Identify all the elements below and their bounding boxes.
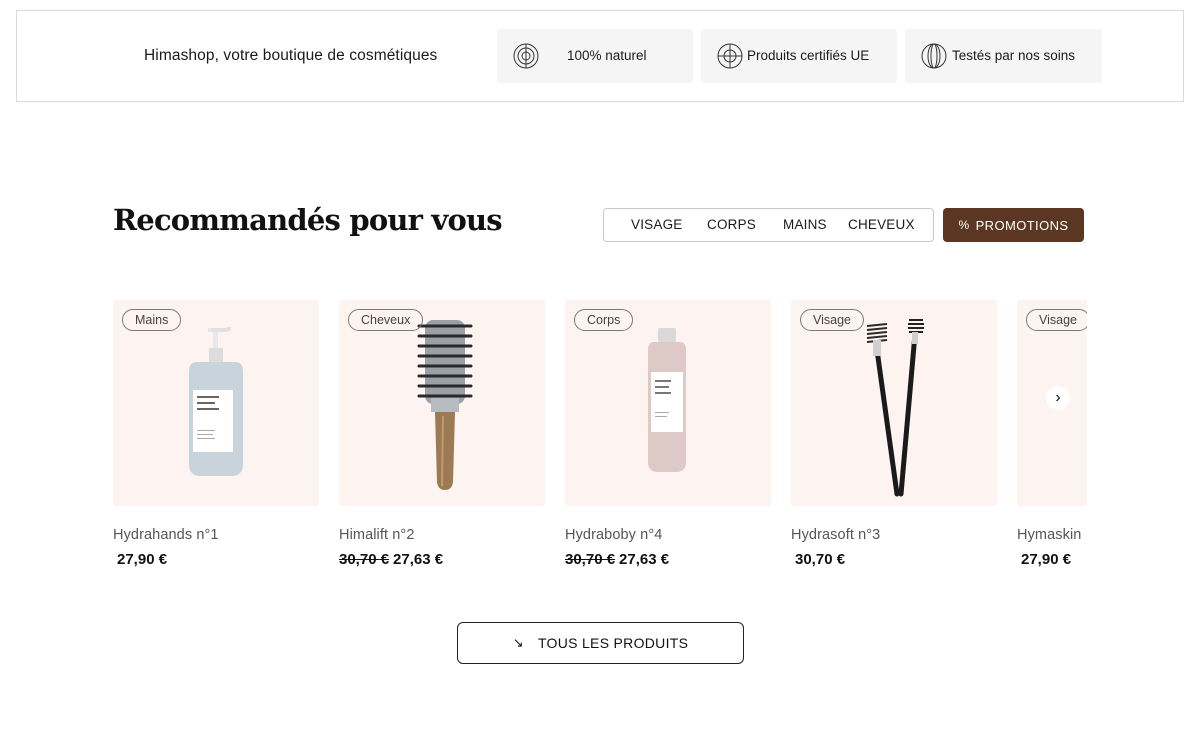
category-tag: Visage <box>1026 309 1087 331</box>
chevron-right-icon: › <box>1055 389 1061 406</box>
tab-mains[interactable]: MAINS <box>783 217 827 232</box>
product-price: 30,70 €27,63 € <box>565 551 771 568</box>
banner-title: Himashop, votre boutique de cosmétiques <box>144 47 438 64</box>
category-filters: VISAGE CORPS MAINS CHEVEUX <box>603 208 934 242</box>
product-price: 30,70 € <box>791 551 997 568</box>
feature-label: Testés par nos soins <box>952 48 1076 63</box>
promotions-label: PROMOTIONS <box>975 217 1069 233</box>
category-tag: Corps <box>574 309 634 331</box>
category-tag: Visage <box>800 309 864 331</box>
current-price: 27,90 € <box>1021 551 1072 568</box>
all-products-label: TOUS LES PRODUITS <box>537 635 689 651</box>
top-banner: Himashop, votre boutique de cosmétiques … <box>16 10 1184 102</box>
feature-certified: Produits certifiés UE <box>701 29 897 83</box>
feature-tested: Testés par nos soins <box>905 29 1102 83</box>
product-name[interactable]: Hydraboby n°4 <box>565 527 771 543</box>
crosshair-icon <box>716 42 744 70</box>
product-name[interactable]: Himalift n°2 <box>339 527 545 543</box>
overlap-rings-icon <box>920 42 948 70</box>
target-rings-icon <box>512 42 540 70</box>
tab-corps[interactable]: CORPS <box>707 217 756 232</box>
product-image[interactable]: Mains <box>113 300 319 506</box>
product-price: 27,90 € <box>113 551 319 568</box>
all-products-button[interactable]: ↘ TOUS LES PRODUITS <box>457 622 744 664</box>
product-price: 30,70 €27,63 € <box>339 551 545 568</box>
feature-label: 100% naturel <box>567 48 647 63</box>
feature-label: Produits certifiés UE <box>747 48 870 63</box>
product-image[interactable]: Cheveux <box>339 300 545 506</box>
product-name[interactable]: Hydrahands n°1 <box>113 527 319 543</box>
promotions-button[interactable]: % PROMOTIONS <box>943 208 1084 242</box>
product-card[interactable]: Corps Hydraboby n°4 30,70 €27,63 € <box>565 300 771 568</box>
product-name[interactable]: Hydrasoft n°3 <box>791 527 997 543</box>
tab-cheveux[interactable]: CHEVEUX <box>848 217 915 232</box>
product-carousel: Mains Hydrahands n°1 27,90 € Cheveux Him… <box>113 300 1087 590</box>
percent-icon: % <box>958 218 970 232</box>
current-price: 30,70 € <box>795 551 846 568</box>
current-price: 27,63 € <box>619 551 670 568</box>
tab-visage[interactable]: VISAGE <box>631 217 682 232</box>
product-card[interactable]: Visage Hydrasoft n°3 30,70 € <box>791 300 997 568</box>
arrow-down-right-icon: ↘ <box>512 635 524 650</box>
product-image[interactable]: Corps <box>565 300 771 506</box>
product-card[interactable]: Cheveux Himalift n°2 30,70 €27,63 € <box>339 300 545 568</box>
old-price: 30,70 € <box>565 551 616 568</box>
product-card[interactable]: Mains Hydrahands n°1 27,90 € <box>113 300 319 568</box>
feature-natural: 100% naturel <box>497 29 693 83</box>
section-title: Recommandés pour vous <box>113 203 503 237</box>
product-name[interactable]: Hymaskin <box>1017 527 1087 543</box>
category-tag: Cheveux <box>348 309 424 331</box>
current-price: 27,90 € <box>117 551 168 568</box>
product-image[interactable]: Visage <box>791 300 997 506</box>
old-price: 30,70 € <box>339 551 390 568</box>
category-tag: Mains <box>122 309 182 331</box>
product-card[interactable]: Visage Hymaskin 27,90 € <box>1017 300 1087 568</box>
current-price: 27,63 € <box>393 551 444 568</box>
product-price: 27,90 € <box>1017 551 1087 568</box>
carousel-next-button[interactable]: › <box>1046 386 1070 410</box>
